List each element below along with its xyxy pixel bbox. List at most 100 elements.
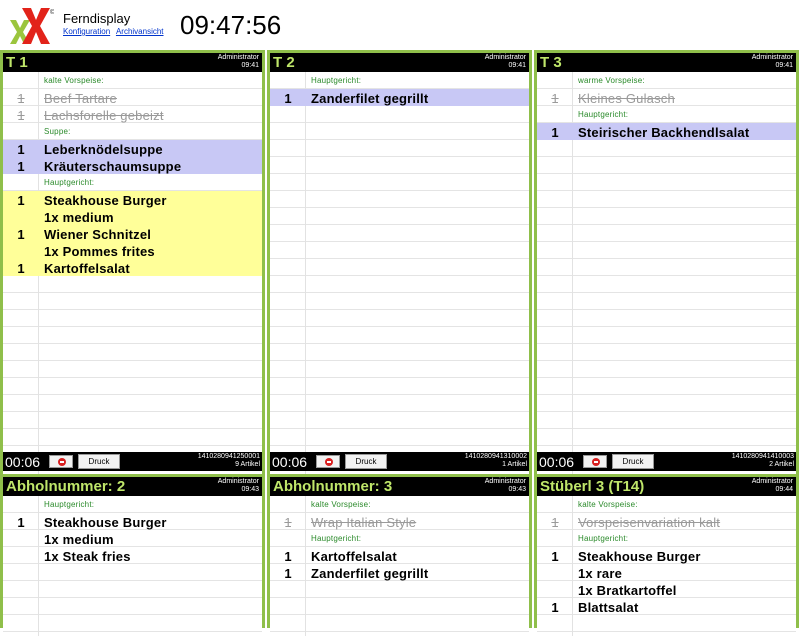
order-panel[interactable]: T 3 Administrator 09:41 warme Vorspeise: 1 Kl…	[534, 50, 799, 500]
item-quantity: 1	[17, 91, 25, 106]
order-item[interactable]: 1 Kräuterschaumsuppe	[3, 157, 262, 174]
item-quantity: 1	[284, 566, 292, 581]
item-name: Kleines Gulasch	[578, 91, 675, 106]
order-item[interactable]: 1 Zanderfilet gegrillt	[270, 89, 529, 106]
order-item[interactable]: 1 Zanderfilet gegrillt	[270, 564, 529, 581]
item-quantity: 1	[551, 91, 559, 106]
konfiguration-link[interactable]: Konfiguration	[63, 27, 110, 36]
order-item[interactable]: 1 Kartoffelsalat	[3, 259, 262, 276]
order-item[interactable]: 1 Leberknödelsuppe	[3, 140, 262, 157]
panel-user-time: Administrator 09:43	[218, 478, 259, 494]
item-quantity: 1	[17, 142, 25, 157]
article-count: 9 Artikel	[235, 461, 260, 468]
panel-time: 09:43	[241, 486, 259, 493]
item-name: Steakhouse Burger	[44, 515, 167, 530]
svg-text:©: ©	[50, 9, 54, 16]
order-info: 1410280941310002 1 Artikel	[465, 453, 527, 469]
item-name: Kräuterschaumsuppe	[44, 159, 182, 174]
panel-user-time: Administrator 09:41	[485, 54, 526, 70]
order-item[interactable]: 1x Pommes frites	[3, 242, 262, 259]
item-name: Zanderfilet gegrillt	[311, 566, 429, 581]
item-quantity: 1	[17, 227, 25, 242]
item-quantity: 1	[17, 261, 25, 276]
category-name: Hauptgericht:	[44, 178, 95, 187]
item-name: Wrap Italian Style	[311, 515, 417, 530]
order-list: kalte Vorspeise: 1 Vorspeisenvariation kal…	[537, 496, 796, 636]
item-quantity: 1	[551, 125, 559, 140]
order-item[interactable]: 1 Kleines Gulasch	[537, 89, 796, 106]
item-quantity: 1	[284, 515, 292, 530]
order-item[interactable]: 1 Beef Tartare	[3, 89, 262, 106]
category-label: Hauptgericht:	[270, 530, 529, 547]
app-title: Ferndisplay	[63, 11, 131, 26]
item-name: 1x Steak fries	[44, 549, 131, 564]
order-info: 1410280941250001 9 Artikel	[198, 453, 260, 469]
item-quantity: 1	[551, 515, 559, 530]
order-item[interactable]: 1 Wrap Italian Style	[270, 513, 529, 530]
order-list: Hauptgericht: 1 Zanderfilet gegrillt	[270, 72, 529, 500]
category-name: kalte Vorspeise:	[311, 500, 371, 509]
order-item[interactable]: 1x rare	[537, 564, 796, 581]
order-item[interactable]: 1x Steak fries	[3, 547, 262, 564]
category-name: Hauptgericht:	[578, 534, 629, 543]
category-name: Hauptgericht:	[44, 500, 95, 509]
order-panel[interactable]: T 1 Administrator 09:41 kalte Vorspeise: 1 Be…	[0, 50, 265, 500]
category-name: Suppe:	[44, 127, 71, 136]
panel-user: Administrator	[484, 478, 526, 485]
order-item[interactable]: 1 Steakhouse Burger	[3, 191, 262, 208]
panel-user-time: Administrator 09:41	[752, 54, 793, 70]
panel-title: T 2	[273, 54, 295, 71]
item-name: Wiener Schnitzel	[44, 227, 152, 242]
order-item[interactable]: 1 Wiener Schnitzel	[3, 225, 262, 242]
cancel-button[interactable]	[49, 455, 73, 468]
item-name: 1x Bratkartoffel	[578, 583, 677, 598]
order-item[interactable]: 1 Steakhouse Burger	[537, 547, 796, 564]
panel-user-time: Administrator 09:41	[218, 54, 259, 70]
item-quantity: 1	[284, 549, 292, 564]
panel-time: 09:44	[775, 486, 793, 493]
order-item[interactable]: 1 Steirischer Backhendlsalat	[537, 123, 796, 140]
order-item[interactable]: 1 Vorspeisenvariation kalt	[537, 513, 796, 530]
order-item[interactable]: 1x medium	[3, 208, 262, 225]
order-list: warme Vorspeise: 1 Kleines Gulasch Hauptger…	[537, 72, 796, 500]
panel-footer: 00:06 Druck 1410280941410003 2 Artikel	[537, 452, 796, 471]
panel-header: T 2 Administrator 09:41	[270, 53, 529, 72]
panel-footer: 00:06 Druck 1410280941250001 9 Artikel	[3, 452, 262, 471]
print-button[interactable]: Druck	[345, 454, 387, 469]
panel-user-time: Administrator 09:43	[485, 478, 526, 494]
order-item[interactable]: 1 Steakhouse Burger	[3, 513, 262, 530]
panel-user-time: Administrator 09:44	[752, 478, 793, 494]
order-panel[interactable]: Abholnummer: 2 Administrator 09:43 Hauptger…	[0, 474, 265, 636]
print-button[interactable]: Druck	[78, 454, 120, 469]
elapsed-timer: 00:06	[5, 454, 41, 470]
order-item[interactable]: 1 Blattsalat	[537, 598, 796, 615]
order-item[interactable]: 1 Kartoffelsalat	[270, 547, 529, 564]
panel-title: Abholnummer: 2	[6, 478, 126, 495]
close-icon	[58, 458, 66, 466]
print-button[interactable]: Druck	[612, 454, 654, 469]
category-label: Suppe:	[3, 123, 262, 140]
archivansicht-link[interactable]: Archivansicht	[116, 27, 164, 36]
category-name: Hauptgericht:	[578, 110, 629, 119]
item-name: Zanderfilet gegrillt	[311, 91, 429, 106]
panel-time: 09:41	[241, 62, 259, 69]
item-name: Blattsalat	[578, 600, 639, 615]
item-quantity: 1	[284, 91, 292, 106]
panel-user: Administrator	[484, 54, 526, 61]
order-item[interactable]: 1x Bratkartoffel	[537, 581, 796, 598]
item-quantity: 1	[551, 549, 559, 564]
order-item[interactable]: 1x medium	[3, 530, 262, 547]
cancel-button[interactable]	[583, 455, 607, 468]
panel-footer: 00:06 Druck 1410280941310002 1 Artikel	[270, 452, 529, 471]
order-item[interactable]: 1 Lachsforelle gebeizt	[3, 106, 262, 123]
item-name: 1x medium	[44, 532, 114, 547]
order-panel[interactable]: Abholnummer: 3 Administrator 09:43 kalte Vo…	[267, 474, 532, 636]
item-name: Kartoffelsalat	[44, 261, 130, 276]
panel-header: Stüberl 3 (T14) Administrator 09:44	[537, 477, 796, 496]
category-label: Hauptgericht:	[537, 106, 796, 123]
order-panel[interactable]: Stüberl 3 (T14) Administrator 09:44 kalte V…	[534, 474, 799, 636]
cancel-button[interactable]	[316, 455, 340, 468]
panel-user: Administrator	[751, 478, 793, 485]
order-panel[interactable]: T 2 Administrator 09:41 Hauptgericht: 1 Zande…	[267, 50, 532, 500]
order-info: 1410280941410003 2 Artikel	[732, 453, 794, 469]
